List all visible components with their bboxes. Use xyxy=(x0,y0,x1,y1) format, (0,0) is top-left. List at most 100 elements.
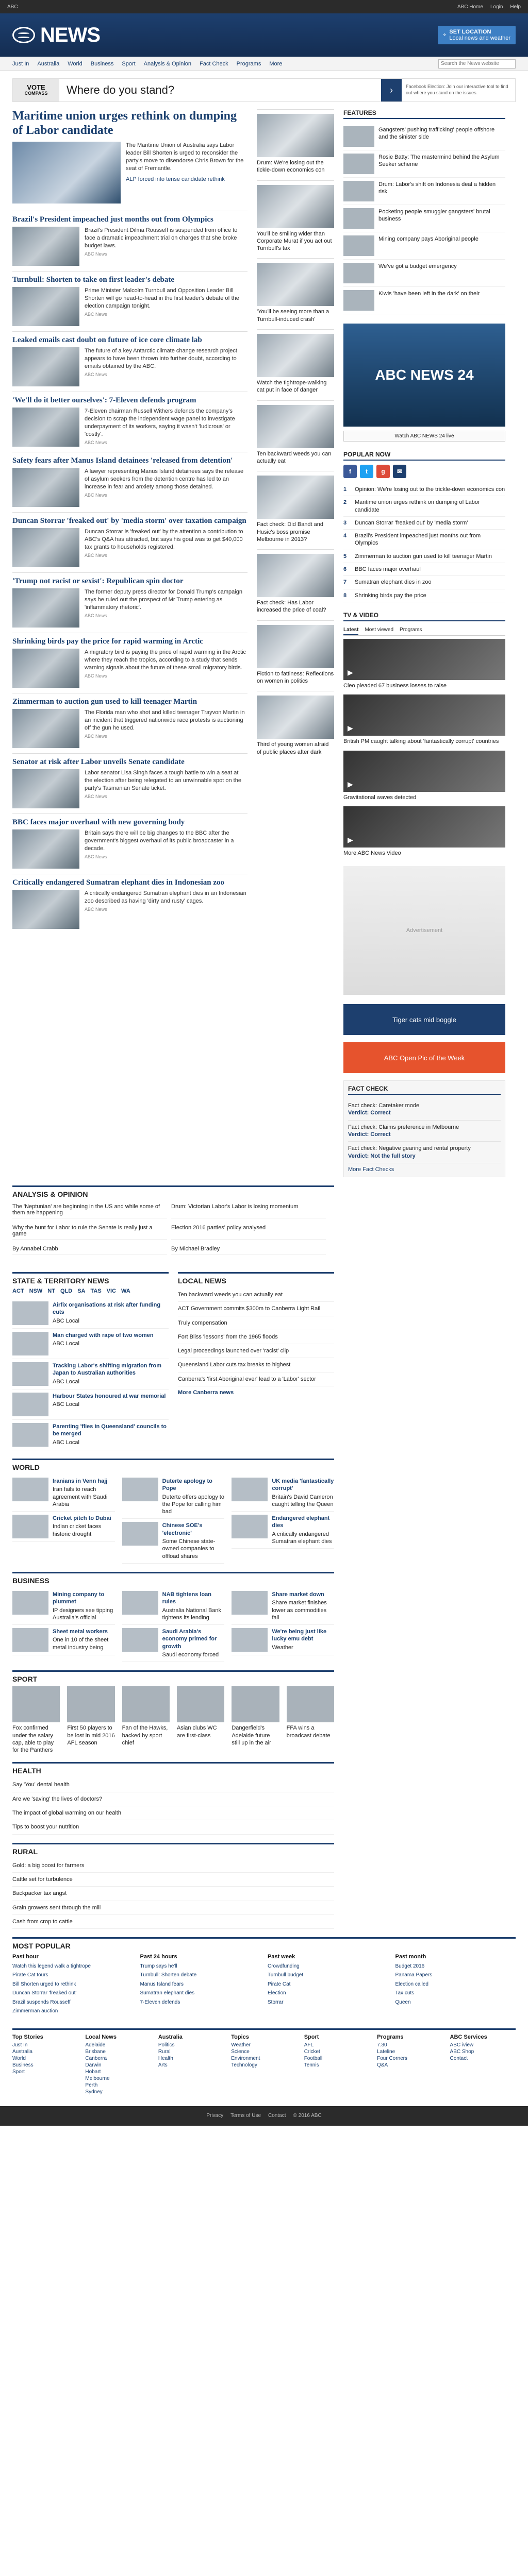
rural-story[interactable]: Gold: a big boost for farmers xyxy=(12,1859,334,1873)
facebook-icon[interactable]: f xyxy=(343,465,357,478)
analysis-item[interactable]: By Michael Bradley xyxy=(171,1244,326,1255)
analysis-item[interactable]: The 'Neptunian' are beginning in the US … xyxy=(12,1201,167,1218)
mid-story-title[interactable]: Third of young women afraid of public pl… xyxy=(257,741,334,756)
feature-item[interactable]: Kiwis 'have been left in the dark' on th… xyxy=(343,287,505,314)
story-image[interactable] xyxy=(12,769,79,809)
google-plus-icon[interactable]: g xyxy=(376,465,390,478)
most-popular-link[interactable]: Watch this legend walk a tightrope xyxy=(12,1963,133,1970)
world-story[interactable]: Chinese SOE's 'electronic' Some Chinese s… xyxy=(122,1519,225,1564)
world-story[interactable]: Endangered elephant dies A critically end… xyxy=(232,1512,335,1549)
world-story-thumb[interactable] xyxy=(122,1477,158,1501)
mid-story[interactable]: Third of young women afraid of public pl… xyxy=(257,691,334,762)
most-popular-link[interactable]: Queen xyxy=(395,1999,516,2006)
sitemap-link[interactable]: AFL xyxy=(304,2042,370,2048)
abc-home-link[interactable]: ABC xyxy=(7,4,18,10)
sitemap-link[interactable]: 7.30 xyxy=(377,2042,442,2048)
sitemap-link[interactable]: Sport xyxy=(12,2069,78,2075)
state-thumb[interactable] xyxy=(12,1362,48,1386)
video-thumb[interactable] xyxy=(343,750,505,792)
feature-item[interactable]: Drum: Labor's shift on Indonesia deal a … xyxy=(343,178,505,205)
sitemap-link[interactable]: Four Corners xyxy=(377,2056,442,2061)
nav-item[interactable]: Just In xyxy=(12,61,29,67)
video-thumb[interactable] xyxy=(343,694,505,736)
sport-story[interactable]: Dangerfield's Adelaide future still up i… xyxy=(232,1686,279,1754)
footer-link[interactable]: Privacy xyxy=(206,2113,223,2119)
most-popular-link[interactable]: Panama Papers xyxy=(395,1972,516,1979)
sitemap-link[interactable]: ABC iview xyxy=(450,2042,516,2048)
health-story[interactable]: Tips to boost your nutrition xyxy=(12,1820,334,1835)
story-image[interactable] xyxy=(12,829,79,869)
fact-check-item[interactable]: Fact check: Negative gearing and rental … xyxy=(348,1142,501,1163)
popular-item[interactable]: 1 Opinion: We're losing out to the trickl… xyxy=(343,483,505,497)
analysis-item[interactable]: Election 2016 parties' policy analysed xyxy=(171,1223,326,1240)
story-headline[interactable]: BBC faces major overhaul with new govern… xyxy=(12,818,248,827)
video-caption[interactable]: More ABC News Video xyxy=(343,850,505,857)
popular-title[interactable]: Shrinking birds pay the price xyxy=(355,592,426,599)
nav-item[interactable]: More xyxy=(269,61,282,67)
email-icon[interactable]: ✉ xyxy=(393,465,406,478)
world-story[interactable]: UK media 'fantastically corrupt' Britain'… xyxy=(232,1475,335,1512)
state-thumb[interactable] xyxy=(12,1331,48,1355)
most-popular-link[interactable]: Election called xyxy=(395,1981,516,1988)
state-link[interactable]: VIC xyxy=(107,1288,116,1294)
mid-story[interactable]: Fact check: Did Bandt and Husic's boss p… xyxy=(257,471,334,549)
sitemap-link[interactable]: Business xyxy=(12,2062,78,2068)
nav-item[interactable]: Fact Check xyxy=(200,61,228,67)
feature-thumb[interactable] xyxy=(343,126,374,147)
feature-title[interactable]: Kiwis 'have been left in the dark' on th… xyxy=(378,290,480,311)
business-story-thumb[interactable] xyxy=(232,1590,268,1615)
business-story-title[interactable]: NAB tightens loan rules xyxy=(162,1591,225,1606)
story-image[interactable] xyxy=(12,890,79,929)
mid-story[interactable]: Drum: We're losing out the tickle-down e… xyxy=(257,109,334,180)
most-popular-link[interactable]: Sumatran elephant dies xyxy=(140,1990,261,1997)
sport-story[interactable]: FFA wins a broadcast debate xyxy=(286,1686,334,1754)
popular-title[interactable]: Duncan Storrar 'freaked out' by 'media s… xyxy=(355,519,468,527)
most-popular-link[interactable]: Brazil suspends Rousseff xyxy=(12,1999,133,2006)
state-title[interactable]: Man charged with rape of two women xyxy=(53,1332,154,1339)
state-title[interactable]: Harbour States honoured at war memorial xyxy=(53,1393,166,1400)
story-headline[interactable]: Zimmerman to auction gun used to kill te… xyxy=(12,698,248,706)
feature-title[interactable]: Drum: Labor's shift on Indonesia deal a … xyxy=(378,181,505,201)
search-input[interactable] xyxy=(438,59,516,69)
sitemap-link[interactable]: Hobart xyxy=(85,2069,151,2075)
health-story[interactable]: The impact of global warming on our heal… xyxy=(12,1806,334,1821)
feature-thumb[interactable] xyxy=(343,263,374,283)
mid-story-title[interactable]: You'll be smiling wider than Corporate M… xyxy=(257,230,334,252)
state-thumb[interactable] xyxy=(12,1301,48,1325)
most-popular-link[interactable]: 7-Eleven defends xyxy=(140,1999,261,2006)
sitemap-link[interactable]: Health xyxy=(158,2056,224,2061)
set-location-button[interactable]: ⌖ SET LOCATION Local news and weather xyxy=(438,26,516,44)
more-local-link[interactable]: More Canberra news xyxy=(178,1389,334,1396)
topbar-link[interactable]: Login xyxy=(490,4,503,10)
business-story-title[interactable]: Mining company to plummet xyxy=(53,1591,115,1606)
sport-story[interactable]: Fox confirmed under the salary cap, able… xyxy=(12,1686,60,1754)
sport-thumb[interactable] xyxy=(286,1686,334,1723)
rural-story[interactable]: Grain growers sent through the mill xyxy=(12,1901,334,1915)
analysis-item[interactable]: Drum: Victorian Labor's Labor is losing … xyxy=(171,1201,326,1218)
nav-item[interactable]: World xyxy=(68,61,82,67)
mid-story[interactable]: Watch the tightrope-walking cat put in f… xyxy=(257,329,334,400)
popular-title[interactable]: Brazil's President impeached just months… xyxy=(355,532,505,547)
story-headline[interactable]: Safety fears after Manus Island detainee… xyxy=(12,456,248,465)
story-headline[interactable]: Duncan Storrar 'freaked out' by 'media s… xyxy=(12,517,248,526)
story-image[interactable] xyxy=(12,468,79,507)
most-popular-link[interactable]: Budget 2016 xyxy=(395,1963,516,1970)
popular-item[interactable]: 4 Brazil's President impeached just month… xyxy=(343,530,505,550)
lead-image[interactable] xyxy=(12,142,121,204)
story-image[interactable] xyxy=(12,588,79,628)
topbar-link[interactable]: ABC Home xyxy=(457,4,483,10)
nav-item[interactable]: Business xyxy=(91,61,114,67)
state-story[interactable]: Harbour States honoured at war memorial A… xyxy=(12,1389,169,1420)
abc-open-banner[interactable]: ABC Open Pic of the Week xyxy=(343,1042,505,1074)
mid-story-title[interactable]: Drum: We're losing out the tickle-down e… xyxy=(257,159,334,174)
world-story-title[interactable]: Chinese SOE's 'electronic' xyxy=(162,1522,225,1537)
most-popular-link[interactable]: Pirate Cat xyxy=(268,1981,388,1988)
state-story[interactable]: Man charged with rape of two women ABC Lo… xyxy=(12,1329,169,1359)
mid-story-title[interactable]: Fiction to fattiness: Reflections on wom… xyxy=(257,670,334,685)
story-headline[interactable]: Shrinking birds pay the price for rapid … xyxy=(12,637,248,646)
video-caption[interactable]: Cleo pleaded 67 business losses to raise xyxy=(343,682,505,689)
state-title[interactable]: Tracking Labor's shifting migration from… xyxy=(53,1362,169,1377)
world-story-title[interactable]: Iranians in Venn hajj xyxy=(53,1478,115,1485)
feature-title[interactable]: Rosie Batty: The mastermind behind the A… xyxy=(378,154,505,174)
business-story-thumb[interactable] xyxy=(12,1628,48,1652)
